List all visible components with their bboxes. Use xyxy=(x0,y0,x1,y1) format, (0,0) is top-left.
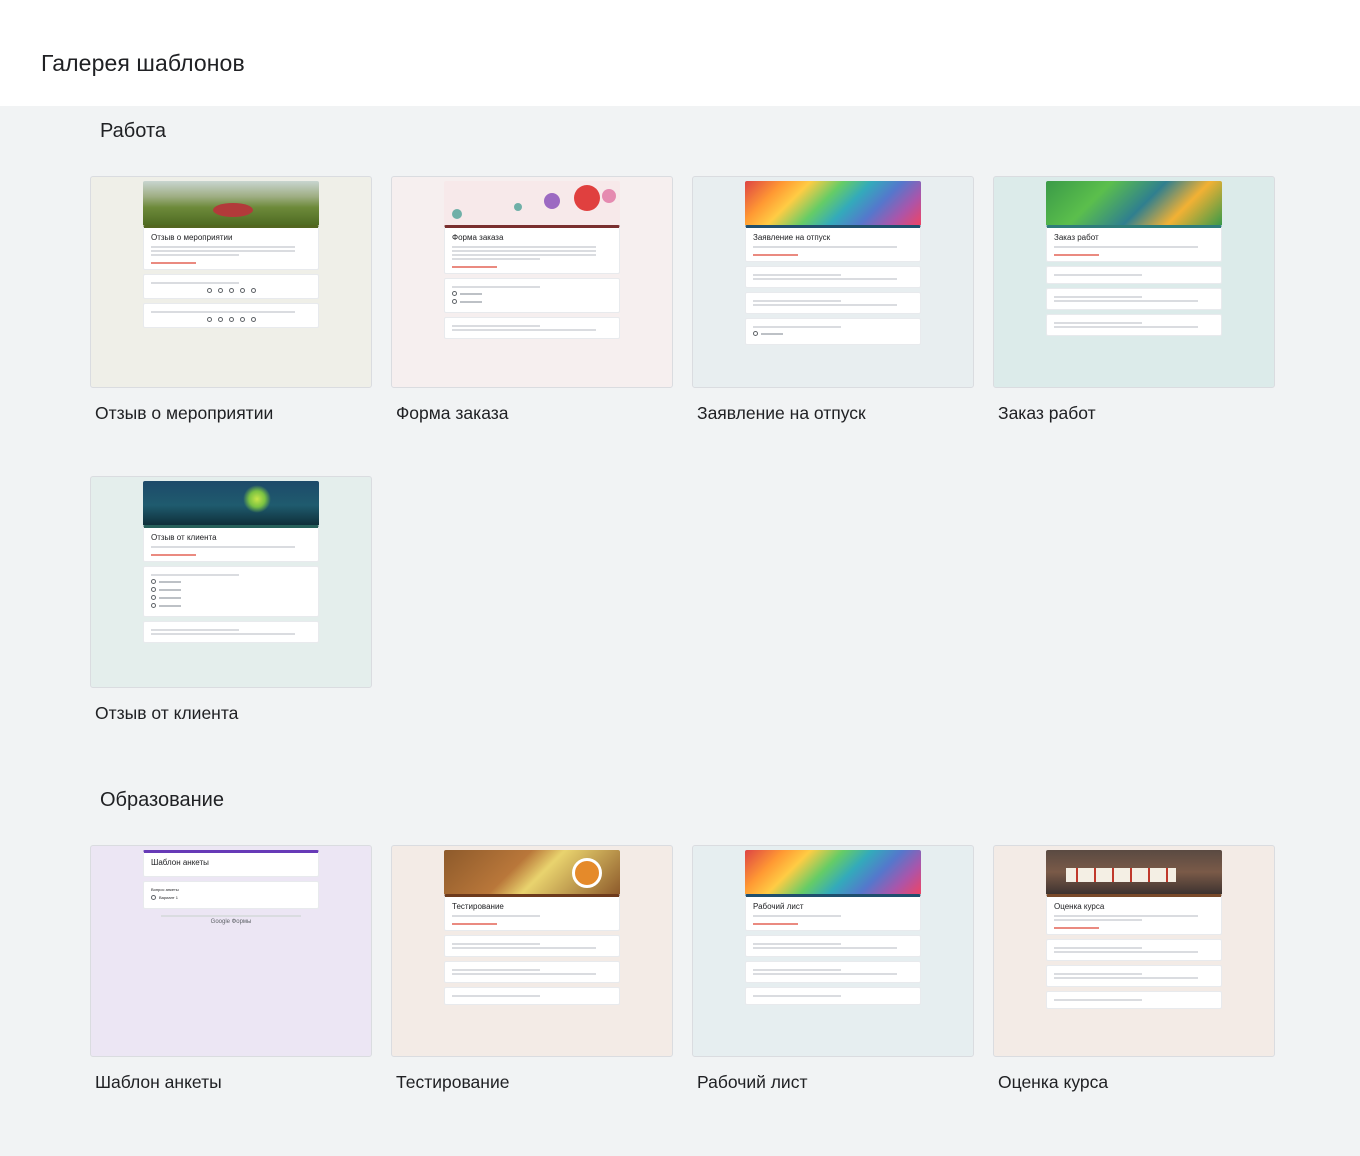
template-label[interactable]: Оценка курса xyxy=(998,1072,1108,1093)
google-forms-logo: Google Формы xyxy=(210,919,252,925)
template-thumbnail[interactable]: Рабочий лист xyxy=(692,845,974,1057)
template-label[interactable]: Шаблон анкеты xyxy=(95,1072,222,1093)
template-label[interactable]: Заказ работ xyxy=(998,403,1096,424)
template-label[interactable]: Отзыв о мероприятии xyxy=(95,403,273,424)
banner-image xyxy=(1046,181,1222,225)
page-header: Галерея шаблонов xyxy=(0,0,1360,106)
banner-image xyxy=(444,181,620,225)
template-thumbnail[interactable]: Заявление на отпуск xyxy=(692,176,974,388)
template-label[interactable]: Тестирование xyxy=(396,1072,509,1093)
template-label[interactable]: Форма заказа xyxy=(396,403,509,424)
template-thumbnail[interactable]: Шаблон анкеты Вопрос анкеты Вариант 1 Go… xyxy=(90,845,372,1057)
template-thumbnail[interactable]: Заказ работ xyxy=(993,176,1275,388)
banner-image xyxy=(1046,850,1222,894)
template-label[interactable]: Рабочий лист xyxy=(697,1072,807,1093)
banner-image xyxy=(143,481,319,525)
banner-image xyxy=(745,850,921,894)
section-title-education: Образование xyxy=(100,789,224,811)
banner-image xyxy=(745,181,921,225)
banner-image xyxy=(444,850,620,894)
template-thumbnail[interactable]: Отзыв о мероприятии xyxy=(90,176,372,388)
banner-image xyxy=(143,181,319,225)
page-title: Галерея шаблонов xyxy=(41,50,245,76)
section-title-work: Работа xyxy=(100,120,166,142)
template-label[interactable]: Отзыв от клиента xyxy=(95,703,238,724)
template-thumbnail[interactable]: Отзыв от клиента xyxy=(90,476,372,688)
template-thumbnail[interactable]: Тестирование xyxy=(391,845,673,1057)
template-label[interactable]: Заявление на отпуск xyxy=(697,403,866,424)
template-thumbnail[interactable]: Оценка курса xyxy=(993,845,1275,1057)
template-thumbnail[interactable]: Форма заказа xyxy=(391,176,673,388)
